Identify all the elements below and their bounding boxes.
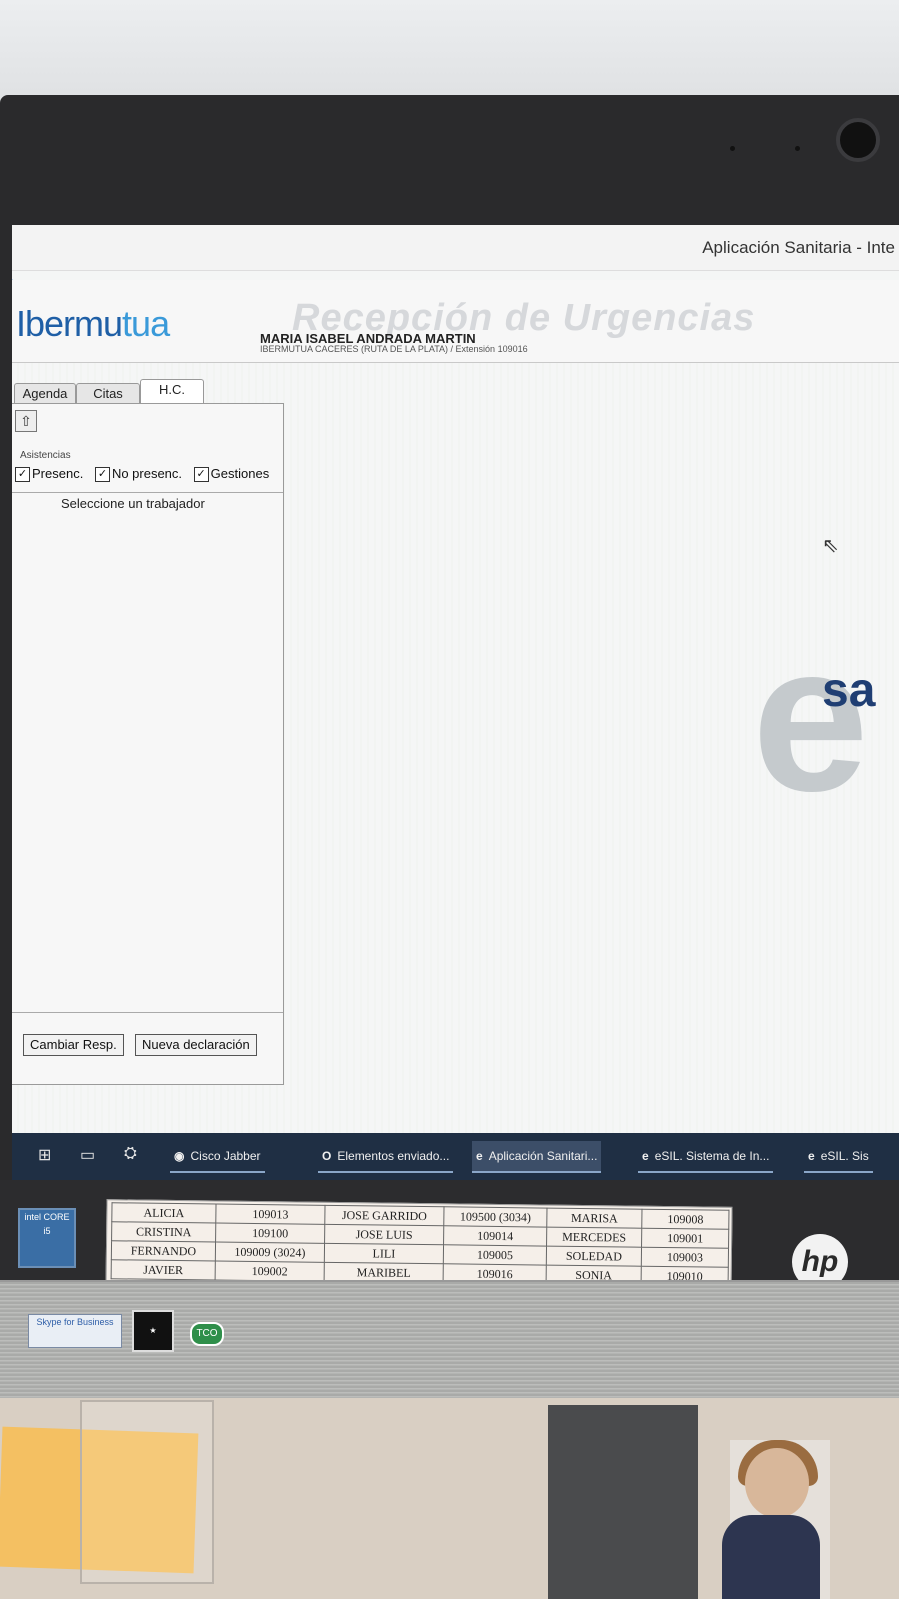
window-title: Aplicación Sanitaria - Inte	[702, 238, 895, 257]
table-cell: MERCEDES	[546, 1227, 642, 1248]
outlook-icon: O	[322, 1149, 332, 1163]
table-cell: ALICIA	[111, 1202, 217, 1224]
taskbar-item-esil-1[interactable]: e eSIL. Sistema de In...	[638, 1141, 774, 1173]
no-presenc-checkbox[interactable]: ✓ No presenc.	[94, 466, 183, 483]
table-cell: 109002	[215, 1261, 325, 1282]
network-app-icon[interactable]: ⛭	[124, 1145, 137, 1163]
table-cell: 109009 (3024)	[215, 1242, 325, 1263]
check-icon: ✓	[15, 467, 30, 483]
table-cell: FERNANDO	[111, 1240, 216, 1262]
screen: Aplicación Sanitaria - Inte e Ibermutua …	[12, 225, 899, 1180]
checkbox-label: Presenc.	[32, 466, 84, 481]
logo-main: Ibermu	[16, 303, 123, 344]
taskbar-item-aplicacion-sanitaria[interactable]: e Aplicación Sanitari...	[472, 1141, 602, 1173]
app-header: Ibermutua Recepción de Urgencias MARIA I…	[12, 280, 899, 364]
ibermutua-logo: Ibermutua	[16, 303, 170, 345]
taskbar: ⊞ ▭ ⛭ ◉ Cisco Jabber O Elementos enviado..…	[12, 1133, 899, 1180]
table-cell: 109005	[443, 1244, 547, 1266]
logo-accent: tua	[122, 303, 170, 344]
tco-sticker: TCO	[190, 1322, 224, 1346]
taskbar-item-label: Elementos enviado...	[337, 1149, 450, 1163]
monitor-stand	[548, 1405, 698, 1599]
presenc-checkbox[interactable]: ✓ Presenc.	[15, 466, 84, 483]
check-icon: ✓	[193, 467, 209, 483]
taskbar-item-esil-2[interactable]: e eSIL. Sis	[804, 1141, 873, 1173]
taskbar-item-outlook[interactable]: O Elementos enviado...	[318, 1141, 454, 1173]
table-cell: 109014	[443, 1225, 547, 1247]
divider	[12, 492, 283, 493]
taskbar-item-label: Cisco Jabber	[190, 1149, 261, 1163]
photo-shirt	[722, 1515, 820, 1599]
empty-message: Seleccione un trabajador	[61, 496, 205, 511]
table-cell: SOLEDAD	[546, 1246, 642, 1267]
webcam	[836, 118, 880, 162]
nueva-declaracion-button[interactable]: Nueva declaración	[135, 1034, 257, 1056]
table-cell: LILI	[324, 1243, 444, 1264]
table-cell: JAVIER	[111, 1259, 216, 1281]
table-cell: JOSE LUIS	[324, 1224, 444, 1245]
sensor-dot	[795, 146, 800, 151]
tab-citas[interactable]: Citas	[76, 383, 140, 404]
window-titlebar[interactable]: Aplicación Sanitaria - Inte	[12, 225, 899, 271]
table-cell: 109008	[641, 1209, 729, 1230]
table-cell: JOSE GARRIDO	[324, 1205, 445, 1226]
photo-face	[745, 1448, 809, 1518]
check-icon: ✓	[94, 467, 110, 483]
attendance-filters: ✓ Presenc. ✓ No presenc. ✓ Gestiones	[15, 466, 277, 483]
taskbar-item-label: Aplicación Sanitari...	[488, 1149, 598, 1163]
tab-agenda[interactable]: Agenda	[14, 383, 76, 404]
group-label: Asistencias	[20, 450, 71, 461]
table-cell: 109500 (3034)	[443, 1206, 547, 1228]
mouse-cursor-icon: ⇖	[822, 535, 839, 557]
table-cell: 109013	[215, 1204, 326, 1225]
ie-icon: e	[476, 1149, 483, 1163]
table-cell: CRISTINA	[111, 1221, 216, 1243]
tab-hc[interactable]: H.C.	[140, 379, 204, 404]
divider	[12, 1012, 283, 1013]
ie-icon: e	[642, 1149, 649, 1163]
person-upload-icon[interactable]: ⇧	[15, 410, 37, 432]
table-cell: 109100	[215, 1223, 325, 1244]
energy-star-sticker: ★	[132, 1310, 174, 1352]
skype-sticker: Skype for Business	[28, 1314, 122, 1348]
hc-panel: ⇧ Asistencias ✓ Presenc. ✓ No presenc. ✓ Ge…	[12, 403, 284, 1085]
windows-start-icon[interactable]: ⊞	[38, 1145, 51, 1165]
taskbar-item-label: eSIL. Sistema de In...	[654, 1149, 770, 1163]
checkbox-label: No presenc.	[111, 466, 183, 481]
checkbox-label: Gestiones	[210, 466, 270, 481]
table-cell: 109003	[641, 1247, 729, 1268]
esalud-logo-text: sa	[822, 664, 876, 717]
ie-icon: e	[808, 1149, 815, 1163]
intel-sticker: intel CORE i5	[18, 1208, 76, 1268]
cambiar-resp-button[interactable]: Cambiar Resp.	[23, 1034, 124, 1056]
taskbar-item-cisco-jabber[interactable]: ◉ Cisco Jabber	[170, 1141, 265, 1173]
extension-table: ALICIA 109013 JOSE GARRIDO 109500 (3034)…	[111, 1202, 730, 1287]
table-cell: 109001	[641, 1228, 729, 1249]
task-view-icon[interactable]: ▭	[80, 1145, 95, 1165]
main-content: Agenda Citas H.C. ⇧ Asistencias ✓ Presenc…	[12, 363, 899, 1133]
cisco-jabber-icon: ◉	[174, 1149, 185, 1163]
user-location: IBERMUTUA CACERES (RUTA DE LA PLATA) / E…	[260, 344, 528, 354]
sensor-dot	[730, 146, 735, 151]
taskbar-item-label: eSIL. Sis	[820, 1149, 869, 1163]
gestiones-checkbox[interactable]: ✓ Gestiones	[193, 466, 270, 483]
plastic-holder	[80, 1400, 214, 1584]
esalud-logo-e: e	[752, 600, 869, 835]
table-cell: MARISA	[546, 1208, 642, 1229]
